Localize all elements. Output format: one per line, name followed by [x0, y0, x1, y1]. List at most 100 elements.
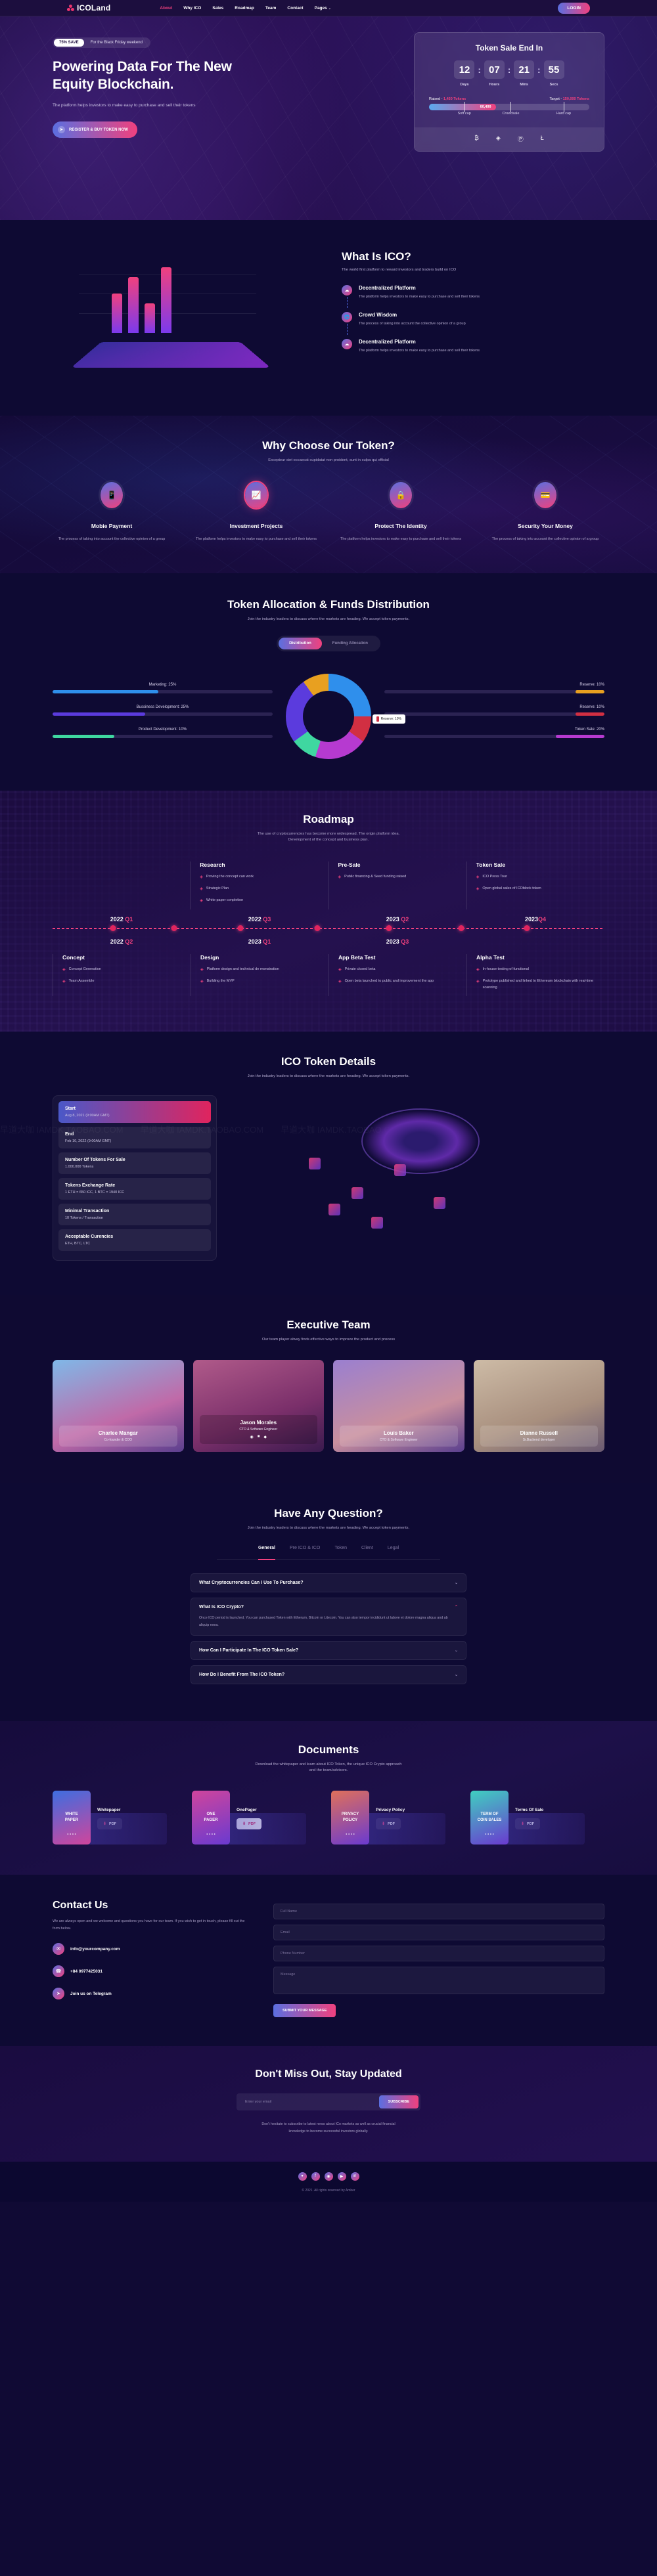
- countdown-days-value: 12: [454, 60, 475, 79]
- roadmap-quarter: Q2: [401, 916, 409, 923]
- allocation-subtitle: Join the industry leaders to discuss whe…: [247, 617, 410, 621]
- faq-item[interactable]: How Can I Participate In The ICO Token S…: [191, 1641, 466, 1661]
- why-choose-card-text: The process of taking into account the c…: [58, 537, 166, 541]
- faq-tab-pre-ico[interactable]: Pre ICO & ICO: [290, 1546, 320, 1554]
- roadmap-year: 2022 Q3: [191, 916, 328, 923]
- facebook-icon[interactable]: ◉: [250, 1435, 254, 1439]
- roadmap-section: Roadmap The use of cryptocurrencies has …: [0, 790, 657, 1032]
- payment-methods: ₿ ◈ Ⓟ Ł: [415, 127, 604, 151]
- molecule-icon: [67, 4, 74, 12]
- roadmap-year-value: 2022: [110, 916, 125, 923]
- faq-tab-token[interactable]: Token: [334, 1546, 347, 1554]
- detail-row-value: ETH, BTC, LTC: [65, 1242, 91, 1246]
- detail-row-end: End Feb 10, 2022 (9:00AM GMT): [58, 1127, 211, 1149]
- twitter-icon[interactable]: ◆: [263, 1435, 267, 1439]
- why-choose-card-title: Investment Projects: [229, 523, 283, 529]
- twitter-icon[interactable]: ●: [298, 2172, 307, 2181]
- ethereum-icon[interactable]: ◈: [496, 135, 501, 143]
- newsletter-email-input[interactable]: [238, 2095, 379, 2109]
- roadmap-phase-alpha-test: Alpha Test ◈ In-house testing of function…: [466, 954, 604, 997]
- nav-item-sales[interactable]: Sales: [212, 6, 223, 11]
- why-choose-card[interactable]: 🔒 Protect The Identity The platform help…: [328, 482, 473, 543]
- faq-tab-client[interactable]: Client: [361, 1546, 373, 1554]
- login-button[interactable]: LOGIN: [558, 2, 590, 14]
- litecoin-icon[interactable]: Ł: [541, 135, 544, 143]
- faq-tab-legal[interactable]: Legal: [388, 1546, 399, 1554]
- contact-phone-row[interactable]: ☎ +84 0977425031: [53, 1965, 250, 1978]
- document-item[interactable]: ONEPAGER • • • • OnePager ⬇PDF: [192, 1791, 326, 1845]
- phone-field[interactable]: [273, 1946, 604, 1962]
- message-field[interactable]: [273, 1967, 604, 1995]
- team-member-name: Dianne Russell: [520, 1430, 558, 1437]
- roadmap-phase-item: White paper conpletion: [206, 898, 244, 903]
- tab-distribution[interactable]: Distribution: [279, 637, 322, 649]
- faq-item[interactable]: What Is ICO Crypto? ⌃ Once ICO period is …: [191, 1598, 466, 1636]
- team-member-card[interactable]: Jason Morales CTO & Software Engineer ◉ …: [193, 1360, 324, 1452]
- contact-email-row[interactable]: ✉ info@yourcompany.com: [53, 1943, 250, 1955]
- email-field[interactable]: [273, 1925, 604, 1941]
- full-name-field[interactable]: [273, 1904, 604, 1920]
- team-member-card[interactable]: Louis Baker CTO & Software Engineer: [333, 1360, 464, 1452]
- roadmap-quarter: Q4: [538, 916, 547, 923]
- telegram-icon: ➤: [53, 1988, 64, 2000]
- roadmap-phase-title: Research: [200, 861, 225, 868]
- chevron-down-icon[interactable]: ⌄: [455, 1648, 458, 1653]
- document-item[interactable]: PRIVACYPOLICY • • • • Privacy Policy ⬇PD…: [331, 1791, 465, 1845]
- tab-funding-allocation[interactable]: Funding Allocation: [322, 638, 378, 649]
- bitcoin-icon[interactable]: ₿: [474, 135, 479, 143]
- progress-bar: 60,490: [429, 102, 589, 112]
- raised-label: Raised -: [429, 97, 444, 101]
- allocation-item-label: Reserve: 10%: [579, 705, 604, 709]
- hero-title-line1: Powering Data For The New: [53, 59, 232, 74]
- why-choose-card[interactable]: 📱 Mobie Payment The process of taking in…: [39, 482, 184, 543]
- chevron-up-icon[interactable]: ⌃: [455, 1605, 458, 1609]
- nav-item-about[interactable]: About: [160, 6, 172, 11]
- subscribe-button[interactable]: SUBSCRIBE: [378, 2095, 419, 2109]
- marker-soft-cap-label: Soft cap: [457, 112, 471, 116]
- faq-item[interactable]: What Cryptocurrencies Can I Use To Purch…: [191, 1573, 466, 1593]
- why-choose-card[interactable]: 💳 Security Your Money The process of tak…: [473, 482, 618, 543]
- nav-item-contact[interactable]: Contact: [287, 6, 303, 11]
- linkedin-icon[interactable]: in: [350, 2172, 359, 2181]
- token-allocation-section: Token Allocation & Funds Distribution Jo…: [0, 573, 657, 791]
- youtube-icon[interactable]: ▶: [337, 2172, 346, 2181]
- roadmap-phase-title: App Beta Test: [338, 954, 376, 961]
- linkedin-icon[interactable]: ■: [258, 1435, 260, 1439]
- roadmap-quarter: Q1: [263, 938, 271, 946]
- why-choose-card[interactable]: 📈 Investment Projects The platform helps…: [184, 482, 328, 543]
- newsletter-form: SUBSCRIBE: [237, 2093, 420, 2111]
- roadmap-year-value: 2023: [524, 916, 538, 923]
- register-buy-token-button[interactable]: ➤ REGISTER & BUY TOKEN NOW: [53, 121, 137, 139]
- document-item[interactable]: TERM OF COIN SALES • • • • Terms Of Sale …: [470, 1791, 604, 1845]
- faq-tab-general[interactable]: General: [258, 1546, 276, 1561]
- allocation-title: Token Allocation & Funds Distribution: [227, 598, 430, 611]
- detail-row-title: Acceptable Curencies: [65, 1234, 114, 1240]
- nav-item-why-ico[interactable]: Why ICO: [183, 6, 201, 11]
- brand-logo[interactable]: ICOLand: [67, 3, 110, 12]
- roadmap-subtitle-1: The use of cryptocurrencies has become m…: [257, 831, 400, 836]
- detail-row-acceptable-currencies: Acceptable Curencies ETH, BTC, LTC: [58, 1229, 211, 1252]
- newsletter-note-1: Don't hesitate to subscribe to latest ne…: [261, 2122, 396, 2127]
- team-member-card[interactable]: Dianne Russell Sr.Backend developer: [473, 1360, 604, 1452]
- chevron-down-icon[interactable]: ⌄: [455, 1672, 458, 1677]
- paypal-icon[interactable]: Ⓟ: [518, 135, 524, 143]
- chevron-down-icon[interactable]: ⌄: [455, 1581, 458, 1585]
- instagram-icon[interactable]: ◉: [324, 2172, 333, 2181]
- team-member-card[interactable]: Charlee Mangar Co-founder & COO: [53, 1360, 184, 1452]
- faq-item[interactable]: How Do I Benefit From The ICO Token? ⌄: [191, 1665, 466, 1685]
- hero-title: Powering Data For The New Equity Blockch…: [53, 58, 269, 94]
- nav-item-pages[interactable]: Pages ⌄: [315, 6, 331, 11]
- document-item[interactable]: WHITEPAPER • • • • Whitepaper ⬇PDF: [53, 1791, 187, 1845]
- site-header: ICOLand About Why ICO Sales Roadmap Team…: [0, 0, 657, 16]
- countdown-separator: :: [478, 65, 481, 75]
- nav-item-roadmap[interactable]: Roadmap: [235, 6, 254, 11]
- document-name: Terms Of Sale: [515, 1808, 544, 1813]
- contact-telegram-row[interactable]: ➤ Join us on Telegram: [53, 1988, 250, 2000]
- document-cover-line1: ONE: [206, 1812, 215, 1817]
- facebook-icon[interactable]: f: [311, 2172, 320, 2181]
- submit-message-button[interactable]: SUBMIT YOUR MESSAGE: [273, 2004, 336, 2018]
- nav-item-team[interactable]: Team: [265, 6, 277, 11]
- token-sale-card: Token Sale End In 12 Days : 07 Hours : 2…: [414, 32, 604, 152]
- allocation-item: Product Development: 10%: [53, 728, 273, 738]
- countdown-secs: 55 Secs: [543, 60, 564, 87]
